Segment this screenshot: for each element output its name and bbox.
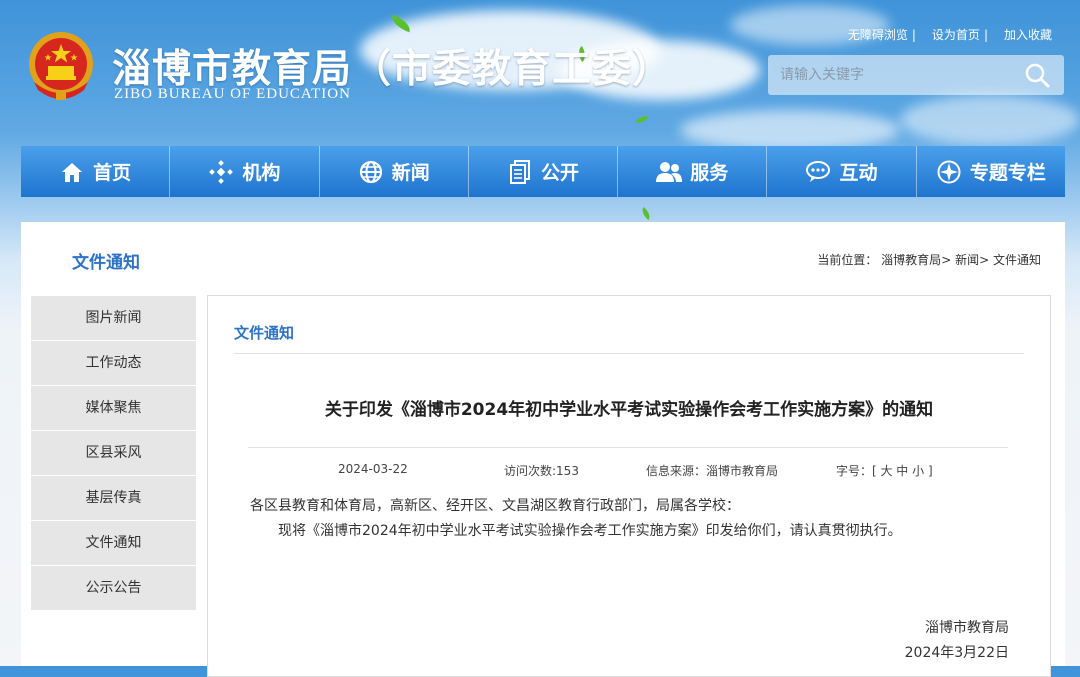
breadcrumb-item[interactable]: 淄博教育局 — [881, 253, 941, 267]
nav-item-special[interactable]: 专题专栏 — [917, 146, 1065, 197]
national-emblem-icon — [29, 32, 93, 100]
body-paragraph: 各区县教育和体育局，高新区、经开区、文昌湖区教育行政部门，局属各学校： — [250, 498, 740, 514]
article-body: 各区县教育和体育局，高新区、经开区、文昌湖区教育行政部门，局属各学校： 现将《淄… — [250, 494, 1010, 544]
nav-item-news[interactable]: 新闻 — [320, 146, 469, 197]
visit-count: 访问次数:153 — [504, 464, 579, 478]
breadcrumb: 当前位置： 淄博教育局> 新闻> 文件通知 — [817, 251, 1041, 268]
section-title: 文件通知 — [72, 253, 140, 273]
sidebar-item-county-reports[interactable]: 区县采风 — [31, 431, 196, 476]
breadcrumb-separator: > — [979, 253, 990, 267]
article-title: 关于印发《淄博市2024年初中学业水平考试实验操作会考工作实施方案》的通知 — [324, 400, 934, 420]
nav-item-home[interactable]: 首页 — [21, 146, 171, 197]
nav-item-organization[interactable]: 机构 — [170, 146, 320, 197]
sidebar-item-announcements[interactable]: 公示公告 — [31, 566, 196, 611]
info-source: 信息来源：淄博市教育局 — [646, 464, 779, 478]
nav-item-public[interactable]: 公开 — [469, 146, 619, 197]
add-favorite-link[interactable]: 加入收藏 — [1004, 28, 1052, 42]
nav-label: 服务 — [690, 162, 729, 184]
globe-icon — [359, 160, 382, 183]
content-panel: 文件通知 当前位置： 淄博教育局> 新闻> 文件通知 图片新闻 工作动态 媒体聚… — [21, 222, 1065, 677]
nav-label: 互动 — [839, 162, 878, 184]
search-box — [768, 55, 1064, 95]
organization-icon — [209, 159, 234, 184]
article-date: 2024-03-22 — [338, 462, 408, 476]
nav-item-interaction[interactable]: 互动 — [767, 146, 917, 197]
breadcrumb-item[interactable]: 文件通知 — [993, 253, 1041, 267]
home-icon — [62, 162, 83, 182]
divider — [248, 447, 1008, 448]
top-links: 无障碍浏览 | 设为首页 | 加入收藏 — [848, 26, 1052, 43]
site-subtitle: ZIBO BUREAU OF EDUCATION — [114, 86, 351, 102]
users-icon — [656, 161, 683, 182]
signature-date: 2024年3月22日 — [904, 645, 1009, 661]
nav-label: 机构 — [242, 162, 281, 184]
sidebar-item-picture-news[interactable]: 图片新闻 — [31, 296, 196, 341]
nav-label: 首页 — [93, 162, 132, 184]
site-header: 淄博市教育局（市委教育工委） ZIBO BUREAU OF EDUCATION … — [0, 0, 1080, 140]
body-paragraph: 现将《淄博市2024年初中学业水平考试实验操作会考工作实施方案》印发给你们，请认… — [278, 523, 902, 539]
compass-icon — [937, 160, 961, 183]
divider — [234, 353, 1024, 354]
breadcrumb-prefix: 当前位置： — [817, 253, 878, 267]
search-icon[interactable] — [1024, 62, 1050, 88]
nav-item-service[interactable]: 服务 — [618, 146, 768, 197]
nav-label: 专题专栏 — [969, 162, 1046, 184]
sidebar-item-notices[interactable]: 文件通知 — [31, 521, 196, 566]
link-separator: | — [983, 28, 988, 42]
article-signature: 淄博市教育局 2024年3月22日 — [905, 616, 1009, 666]
breadcrumb-separator: > — [941, 253, 952, 267]
accessibility-link[interactable]: 无障碍浏览 — [848, 28, 908, 42]
set-homepage-link[interactable]: 设为首页 — [932, 28, 980, 42]
font-size-control[interactable]: 字号：[ 大 中 小 ] — [836, 462, 933, 479]
signature-org: 淄博市教育局 — [925, 620, 1009, 636]
sidebar-item-work-updates[interactable]: 工作动态 — [31, 341, 196, 386]
article-panel: 文件通知 关于印发《淄博市2024年初中学业水平考试实验操作会考工作实施方案》的… — [207, 295, 1051, 677]
link-separator: | — [911, 28, 916, 42]
document-icon — [509, 159, 530, 184]
nav-label: 新闻 — [391, 162, 430, 184]
main-nav: 首页 机构 新闻 公开 服务 互动 专题专栏 — [21, 146, 1065, 197]
search-input[interactable] — [768, 55, 1020, 95]
breadcrumb-item[interactable]: 新闻 — [955, 253, 979, 267]
chat-icon — [805, 160, 830, 182]
article-category: 文件通知 — [234, 324, 295, 342]
sidebar-item-media-focus[interactable]: 媒体聚焦 — [31, 386, 196, 431]
sidebar-item-grassroots[interactable]: 基层传真 — [31, 476, 196, 521]
leaf-decoration — [639, 206, 653, 221]
sidebar: 图片新闻 工作动态 媒体聚焦 区县采风 基层传真 文件通知 公示公告 — [31, 296, 196, 611]
nav-label: 公开 — [540, 162, 579, 184]
